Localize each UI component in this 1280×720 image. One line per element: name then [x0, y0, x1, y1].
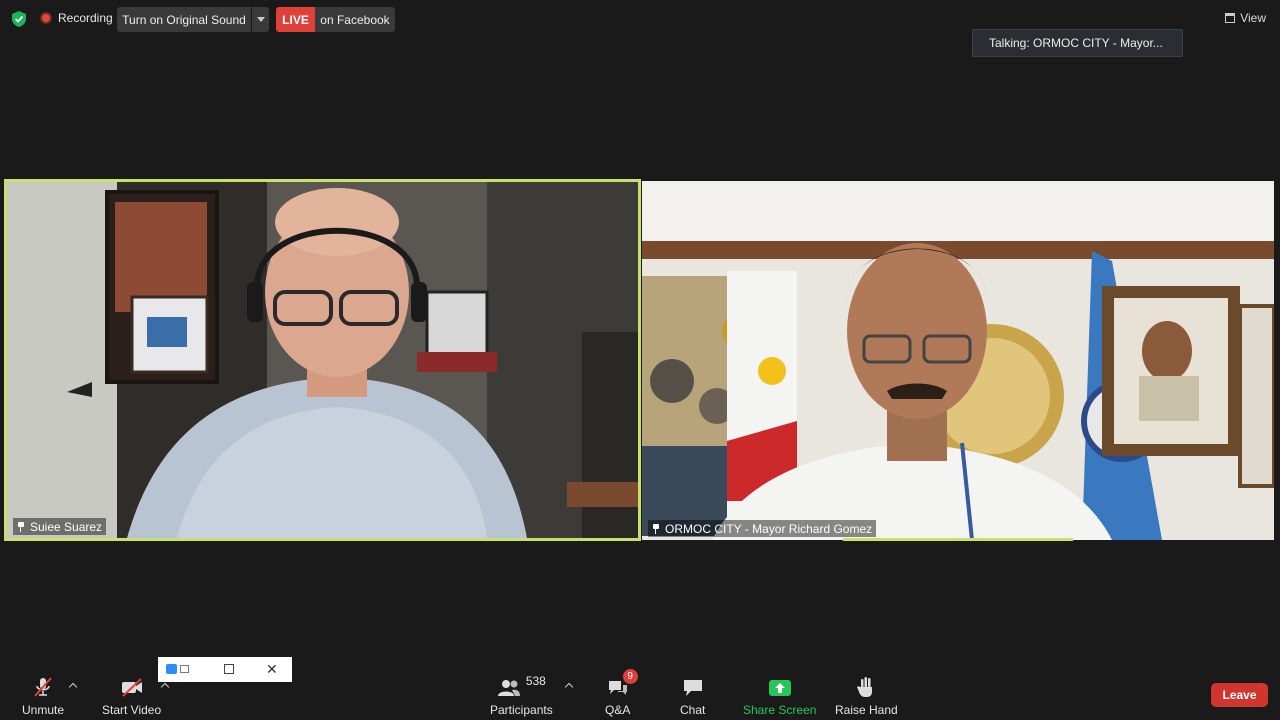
- raise-hand-icon: [857, 677, 873, 697]
- participants-button[interactable]: 538 Participants: [490, 674, 553, 717]
- participant-name-tag: ORMOC CITY - Mayor Richard Gomez: [648, 520, 877, 537]
- recording-dot-icon: [40, 12, 52, 24]
- participant-name: ORMOC CITY - Mayor Richard Gomez: [665, 521, 873, 536]
- recording-indicator[interactable]: Recording: [40, 11, 113, 25]
- microphone-muted-icon: [34, 677, 52, 697]
- qa-badge: 9: [622, 669, 638, 684]
- talking-indicator: Talking: ORMOC CITY - Mayor...: [972, 29, 1183, 57]
- chat-button[interactable]: Chat: [680, 676, 705, 717]
- pin-icon: [652, 523, 660, 534]
- original-sound-button[interactable]: Turn on Original Sound: [117, 7, 251, 32]
- view-label: View: [1240, 11, 1266, 25]
- pin-icon: [17, 521, 25, 532]
- participant-name-tag: Suiee Suarez: [13, 518, 107, 535]
- video-camera-off-icon: [121, 678, 142, 697]
- chevron-down-icon: [256, 17, 265, 22]
- active-speaker-bar: [843, 538, 1073, 541]
- participants-count: 538: [525, 674, 546, 688]
- view-button[interactable]: View: [1225, 11, 1266, 25]
- live-badge[interactable]: LIVE: [276, 7, 315, 32]
- participants-label: Participants: [490, 703, 553, 717]
- unmute-button[interactable]: Unmute: [22, 676, 64, 717]
- video-tile-right[interactable]: ORMOC CITY - Mayor Richard Gomez: [642, 181, 1274, 540]
- unmute-label: Unmute: [22, 703, 65, 717]
- audio-options-chevron-icon[interactable]: [68, 682, 78, 692]
- chat-bubble-icon: [683, 680, 702, 696]
- restore-window-icon[interactable]: [180, 665, 189, 673]
- zoom-logo-icon: [166, 664, 177, 674]
- raise-hand-button[interactable]: Raise Hand: [835, 676, 898, 717]
- security-shield-icon[interactable]: [10, 10, 28, 28]
- start-video-button[interactable]: Start Video: [102, 676, 161, 717]
- maximize-window-icon[interactable]: [224, 664, 234, 674]
- video-options-chevron-icon[interactable]: [160, 682, 170, 692]
- participant-video-right: [642, 181, 1274, 540]
- share-screen-button[interactable]: Share Screen: [743, 676, 816, 717]
- participants-icon: [497, 680, 520, 696]
- start-video-label: Start Video: [102, 703, 162, 717]
- video-tile-left[interactable]: Suiee Suarez: [4, 179, 641, 541]
- live-destination-button[interactable]: on Facebook: [315, 7, 395, 32]
- chat-label: Chat: [680, 703, 706, 717]
- participant-name: Suiee Suarez: [30, 519, 103, 534]
- qa-label: Q&A: [605, 703, 631, 717]
- participant-video-left: [7, 182, 638, 538]
- leave-button[interactable]: Leave: [1211, 683, 1268, 707]
- floating-window-controls: ✕: [158, 657, 292, 682]
- close-icon[interactable]: ✕: [266, 662, 278, 676]
- qa-button[interactable]: 9 Q&A: [605, 669, 638, 717]
- raise-hand-label: Raise Hand: [835, 703, 898, 717]
- participants-options-chevron-icon[interactable]: [564, 682, 574, 692]
- original-sound-dropdown[interactable]: [252, 7, 269, 32]
- share-screen-arrow-icon: [768, 680, 791, 696]
- grid-view-icon: [1225, 13, 1236, 23]
- share-screen-label: Share Screen: [743, 703, 817, 717]
- recording-label: Recording: [58, 11, 113, 25]
